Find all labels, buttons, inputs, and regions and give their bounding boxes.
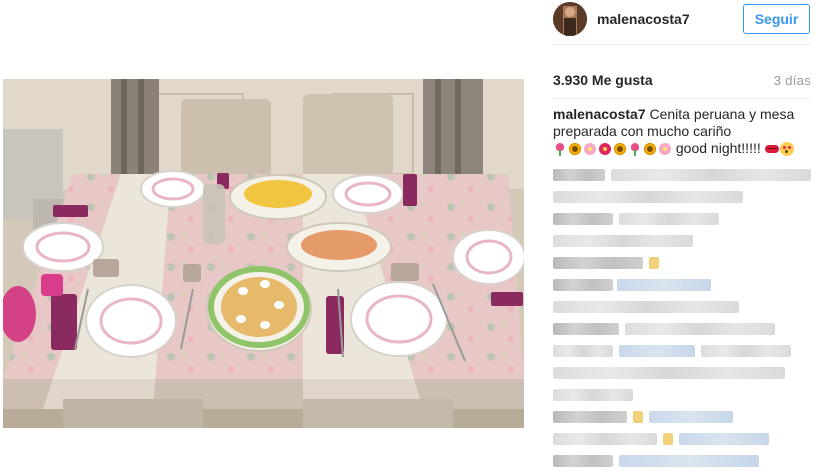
comment-blurred <box>553 274 815 296</box>
comment-blurred <box>553 428 815 450</box>
sunflower-emoji <box>613 142 627 156</box>
avatar[interactable] <box>553 2 587 36</box>
hibiscus-emoji <box>598 142 612 156</box>
comment-blurred <box>553 296 815 318</box>
post-header: malenacosta7 Seguir <box>553 0 821 44</box>
sunflower-emoji <box>568 142 582 156</box>
kiss-mark-emoji <box>764 142 779 156</box>
sunflower-emoji <box>643 142 657 156</box>
follow-button[interactable]: Seguir <box>743 4 810 34</box>
post-photo[interactable] <box>3 79 524 428</box>
tulip-emoji <box>553 142 567 156</box>
comment-blurred <box>553 252 815 274</box>
dinner-table-image <box>3 79 524 428</box>
divider <box>553 44 811 45</box>
blossom-emoji <box>583 142 597 156</box>
comment-blurred <box>553 230 815 252</box>
caption-trailing-emojis <box>764 142 794 156</box>
heart-eyes-emoji <box>779 142 794 156</box>
comment-blurred <box>553 406 815 428</box>
caption-emoji-row <box>553 142 672 156</box>
comment-blurred <box>553 340 815 362</box>
post-caption: malenacosta7 Cenita peruana y mesa prepa… <box>553 106 815 157</box>
comment-blurred <box>553 318 815 340</box>
post-sidebar: malenacosta7 Seguir 3.930 Me gusta 3 día… <box>553 0 821 467</box>
divider <box>553 98 811 99</box>
comment-blurred <box>553 186 815 208</box>
likes-count[interactable]: 3.930 Me gusta <box>553 72 653 88</box>
comment-blurred <box>553 384 815 406</box>
comment-blurred <box>553 362 815 384</box>
comment-blurred <box>553 164 815 186</box>
caption-author[interactable]: malenacosta7 <box>553 106 646 122</box>
avatar-image <box>553 2 587 36</box>
caption-trailing-text: good night!!!!! <box>675 140 761 156</box>
post-username[interactable]: malenacosta7 <box>597 11 690 27</box>
comment-blurred <box>553 208 815 230</box>
blossom-emoji <box>658 142 672 156</box>
comment-blurred <box>553 450 815 472</box>
post-timestamp[interactable]: 3 días <box>774 73 811 88</box>
tulip-emoji <box>628 142 642 156</box>
comments-list <box>553 164 815 472</box>
